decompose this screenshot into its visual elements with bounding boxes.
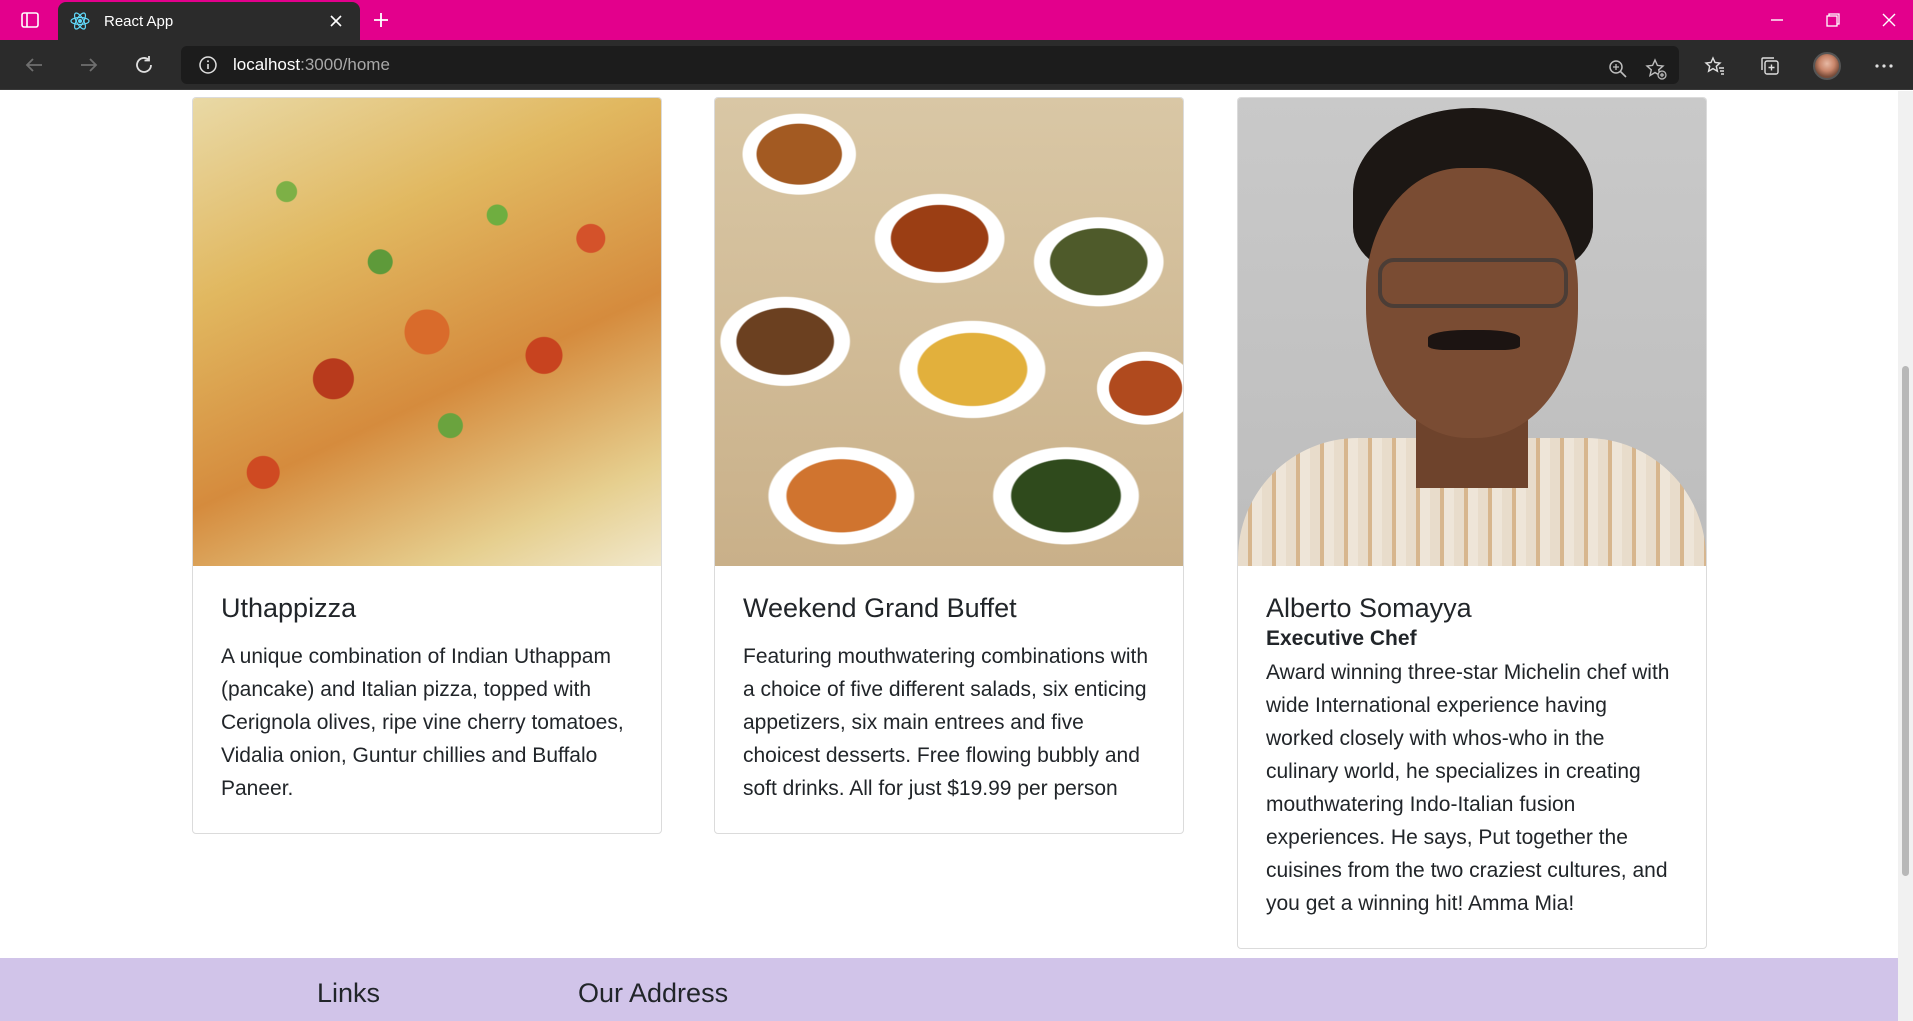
- url-host: localhost: [233, 55, 301, 74]
- profile-avatar[interactable]: [1810, 49, 1844, 83]
- add-favorite-icon[interactable]: [1639, 52, 1673, 86]
- avatar: [1813, 52, 1841, 80]
- collections-icon[interactable]: [1753, 49, 1787, 83]
- card-title: Weekend Grand Buffet: [743, 593, 1017, 623]
- card-dish: Uthappizza A unique combination of India…: [192, 97, 662, 834]
- browser-tab-active[interactable]: React App: [58, 2, 360, 40]
- favorites-icon[interactable]: [1698, 49, 1732, 83]
- pizza-image: [193, 98, 661, 566]
- card-title: Alberto Somayya: [1266, 593, 1472, 623]
- card-subtitle: Executive Chef: [1266, 627, 1417, 650]
- chef-image: [1238, 98, 1706, 566]
- buffet-image: [715, 98, 1183, 566]
- address-bar[interactable]: localhost:3000/home: [181, 46, 1679, 84]
- card-title: Uthappizza: [221, 593, 357, 623]
- forward-icon[interactable]: [73, 49, 105, 81]
- new-tab-button[interactable]: [368, 7, 394, 33]
- card-body: Alberto Somayya Executive Chef Award win…: [1238, 566, 1706, 948]
- page-scrollbar[interactable]: [1898, 91, 1913, 1021]
- browser-toolbar: localhost:3000/home: [0, 40, 1913, 90]
- minimize-icon[interactable]: [1755, 4, 1799, 36]
- back-icon[interactable]: [18, 49, 50, 81]
- scrollbar-thumb[interactable]: [1902, 366, 1909, 876]
- card-text: Featuring mouthwatering combinations wit…: [743, 645, 1149, 800]
- close-tab-icon[interactable]: [324, 9, 348, 33]
- card-body: Weekend Grand Buffet Featuring mouthwate…: [715, 566, 1183, 833]
- tab-title: React App: [104, 12, 174, 30]
- restore-icon[interactable]: [1811, 4, 1855, 36]
- footer: Links Our Address: [0, 958, 1898, 1021]
- footer-address-heading: Our Address: [578, 978, 729, 1008]
- more-options-icon[interactable]: [1867, 49, 1901, 83]
- url-path: :3000/home: [300, 55, 390, 74]
- site-info-icon[interactable]: [197, 54, 219, 76]
- tab-actions-icon[interactable]: [14, 8, 46, 32]
- zoom-icon[interactable]: [1601, 52, 1635, 86]
- close-window-icon[interactable]: [1867, 4, 1911, 36]
- react-logo-icon: [70, 11, 90, 31]
- card-leader: Alberto Somayya Executive Chef Award win…: [1237, 97, 1707, 949]
- browser-tab-bar: React App: [0, 0, 1913, 40]
- page-content: Uthappizza A unique combination of India…: [0, 91, 1898, 1021]
- card-text: Award winning three-star Michelin chef w…: [1266, 661, 1670, 915]
- card-body: Uthappizza A unique combination of India…: [193, 566, 661, 833]
- card-text: A unique combination of Indian Uthappam …: [221, 645, 624, 800]
- footer-links-heading: Links: [317, 978, 381, 1008]
- card-promotion: Weekend Grand Buffet Featuring mouthwate…: [714, 97, 1184, 834]
- refresh-icon[interactable]: [128, 49, 160, 81]
